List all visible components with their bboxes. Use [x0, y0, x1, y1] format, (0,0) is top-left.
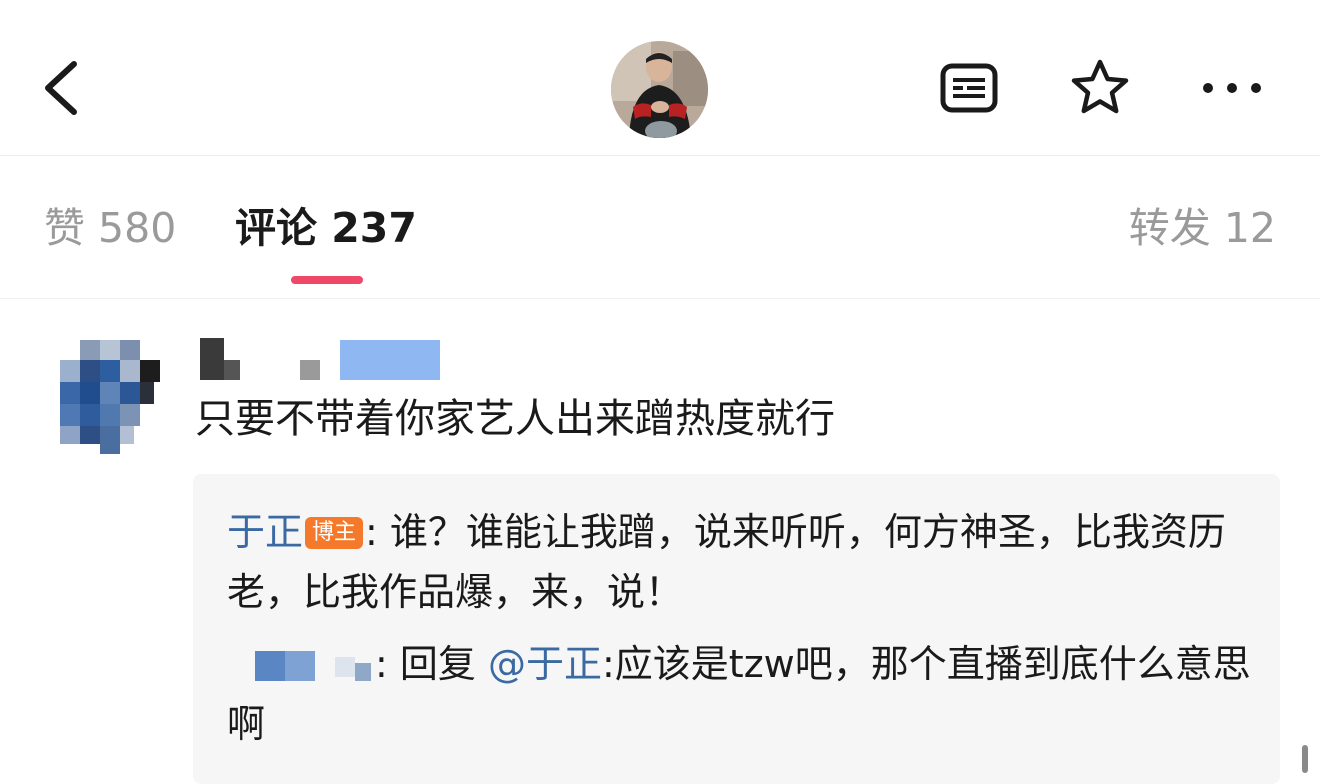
- comment-text: 只要不带着你家艺人出来蹭热度就行: [195, 396, 835, 442]
- scrollbar[interactable]: [1302, 745, 1308, 773]
- reply-separator: :: [365, 510, 378, 554]
- tab-forward[interactable]: 转发 12: [1129, 202, 1276, 254]
- tab-comment[interactable]: 评论 237: [235, 202, 417, 254]
- reply-author[interactable]: 于正: [227, 510, 303, 554]
- reply-item[interactable]: : 回复 @于正:应该是tzw吧，那个直播到底什么意思啊: [227, 634, 1257, 754]
- mention-link[interactable]: @于正: [488, 642, 602, 686]
- reply-item[interactable]: 于正 博主: 谁？谁能让我蹭，说来听听，何方神圣，比我资历老，比我作品爆，来，说！: [227, 502, 1257, 622]
- tab-bar: 赞 580 评论 237 转发 12: [0, 156, 1320, 299]
- more-icon[interactable]: [1200, 56, 1264, 120]
- avatar[interactable]: [611, 41, 708, 138]
- tab-like[interactable]: 赞 580: [44, 202, 176, 254]
- top-bar: [0, 0, 1320, 156]
- reply-box[interactable]: 于正 博主: 谁？谁能让我蹭，说来听听，何方神圣，比我资历老，比我作品爆，来，说！…: [193, 474, 1280, 784]
- commenter-name-blurred[interactable]: [200, 338, 445, 382]
- chevron-left-icon[interactable]: [36, 56, 88, 120]
- reply-separator: :: [375, 642, 388, 686]
- star-icon[interactable]: [1068, 56, 1132, 120]
- reply-author-blurred[interactable]: [225, 649, 375, 683]
- blogger-badge: 博主: [305, 517, 364, 549]
- active-tab-indicator: [291, 276, 363, 284]
- commenter-avatar[interactable]: [60, 340, 160, 454]
- reply-prefix: 回复: [387, 642, 488, 686]
- list-view-icon[interactable]: [937, 56, 1001, 120]
